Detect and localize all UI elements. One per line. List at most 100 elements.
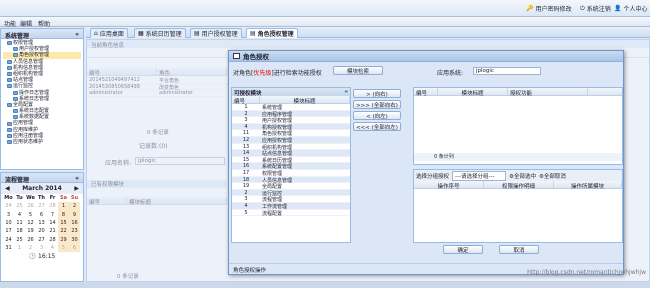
calendar-day[interactable]: 28 (47, 235, 58, 243)
module-title: 工作流管理 (262, 203, 288, 210)
table-row[interactable]: 2014521049497412 平台角色 (87, 77, 227, 84)
dialog-titlebar[interactable]: 角色授权 (229, 51, 623, 62)
sidebar-header[interactable]: 系统管理 « (1, 29, 83, 40)
prev-month-button[interactable]: ◀ (5, 185, 10, 192)
select-all-button[interactable]: ⚙全部选中 (509, 172, 536, 180)
calendar-day[interactable]: 25 (14, 202, 25, 210)
app-system-select[interactable]: jplogic (473, 67, 541, 75)
calendar-day[interactable]: 6 (69, 243, 80, 253)
calendar-day[interactable]: 28 (47, 202, 58, 210)
calendar-day[interactable]: 21 (47, 227, 58, 235)
tab-role-auth[interactable]: ▤ 角色授权管理 (246, 28, 298, 38)
calendar-day[interactable]: 12 (25, 219, 36, 227)
calendar-day[interactable]: 3 (3, 211, 14, 219)
folder-icon (7, 72, 12, 77)
module-row[interactable]: 18 人员信息管理 (232, 176, 350, 184)
bg-app-label: 应用名称: (105, 160, 132, 167)
calendar-day[interactable]: 27 (36, 235, 47, 243)
calendar-day[interactable]: 30 (69, 235, 80, 244)
logout-button[interactable]: ⏻ 系统注销 (580, 4, 611, 14)
module-row[interactable]: 2 运行监控 (232, 189, 350, 197)
calendar-day[interactable]: 22 (58, 227, 69, 236)
module-row[interactable]: 16 系统配置管理 (232, 163, 350, 170)
bg-app-field[interactable]: jplogic (135, 157, 225, 165)
tab-calendar[interactable]: ▦ 系统日历管理 (134, 28, 186, 38)
calendar-day[interactable]: 29 (58, 235, 69, 244)
calendar-day[interactable]: 3 (36, 244, 47, 252)
calendar-day[interactable]: 15 (58, 218, 69, 228)
calendar-day[interactable]: 2 (69, 202, 80, 211)
table-row[interactable]: 2014530850658498 改变角色 (87, 84, 227, 91)
module-row[interactable]: 14 站点信息管理 (232, 150, 350, 157)
menu-help[interactable]: 帮助 (38, 19, 50, 28)
move-left-button[interactable]: < (向左) (353, 111, 401, 120)
calendar-day[interactable]: 2 (25, 244, 36, 252)
move-all-right-button[interactable]: >>> (全部向右) (353, 100, 401, 109)
move-all-left-button[interactable]: <<< (全部向左) (353, 122, 401, 131)
calendar-day[interactable]: 5 (25, 211, 36, 219)
table-row[interactable]: administrator administrator (87, 90, 227, 97)
module-row[interactable]: 1 系统管理 (232, 104, 350, 111)
module-row[interactable]: 19 全局配置 (232, 183, 350, 190)
available-grid-header: 编号 模块标题 (232, 96, 350, 105)
collapse-icon[interactable]: « (344, 89, 348, 95)
sidebar-tree: 权限管理 用户授权管理 角色授权管理 人员信息管理 机构信息管理 组织机构管理 … (1, 39, 83, 146)
calendar-day[interactable]: 10 (3, 219, 14, 227)
calendar-day[interactable]: 17 (3, 227, 14, 235)
calendar-day[interactable]: 25 (14, 235, 25, 243)
calendar-day[interactable]: 26 (25, 235, 36, 243)
cancel-button[interactable]: 取消 (499, 245, 539, 254)
group-select[interactable]: ---请选择分组--- (452, 170, 507, 181)
calendar-day[interactable]: 19 (25, 227, 36, 235)
calendar-day[interactable]: 24 (3, 235, 14, 243)
module-row[interactable]: 2 应用程序管理 (232, 110, 350, 118)
menu-edit[interactable]: 编辑 (20, 19, 32, 28)
calendar-day[interactable]: 18 (14, 227, 25, 235)
module-row[interactable]: 13 组织机构管理 (232, 144, 350, 151)
calendar-day[interactable]: 5 (58, 243, 69, 253)
calendar-day[interactable]: 26 (25, 202, 36, 210)
calendar-day[interactable]: 31 (3, 244, 14, 252)
ok-button[interactable]: 确定 (443, 245, 483, 254)
tree-item[interactable]: 应用状态维护 (3, 139, 81, 145)
calendar-day[interactable]: 16 (69, 218, 80, 228)
tab-desktop[interactable]: ⌂ 应用桌面 (90, 28, 128, 38)
next-month-button[interactable]: ▶ (74, 185, 79, 192)
calendar-day[interactable]: 11 (14, 219, 25, 227)
calendar-day[interactable]: 8 (58, 210, 69, 219)
module-row[interactable]: 3 流程管理 (232, 196, 350, 203)
module-row[interactable]: 4 工作流管理 (232, 202, 350, 210)
flow-header[interactable]: 流程管理 « (1, 173, 83, 184)
module-row[interactable]: 12 应用授权管理 (232, 136, 350, 144)
calendar-day[interactable]: 6 (36, 211, 47, 219)
calendar-day[interactable]: 24 (3, 202, 14, 210)
module-row[interactable]: 11 角色授权管理 (232, 130, 350, 137)
menu-function[interactable]: 功能 (4, 19, 16, 28)
calendar-day[interactable]: 23 (69, 227, 80, 236)
change-password-button[interactable]: 🔑 用户密码修改 (526, 4, 572, 13)
module-row[interactable]: 4 机构授权管理 (232, 123, 350, 131)
calendar-day[interactable]: 1 (58, 202, 69, 211)
calendar-day[interactable]: 14 (47, 219, 58, 227)
module-row[interactable]: 15 系统日历管理 (232, 157, 350, 164)
calendar-day[interactable]: 9 (69, 210, 80, 219)
calendar-day[interactable]: 13 (36, 219, 47, 227)
calendar-day[interactable]: 7 (47, 211, 58, 219)
calendar-day[interactable]: 20 (36, 227, 47, 235)
calendar-day[interactable]: 4 (14, 211, 25, 219)
module-row[interactable]: 5 流程配置 (232, 210, 350, 217)
calendar-day[interactable]: 1 (14, 244, 25, 252)
move-right-button[interactable]: > (向右) (353, 89, 401, 98)
page-icon: ▤ (250, 30, 256, 37)
tab-user-auth[interactable]: ▤ 用户授权管理 (190, 28, 242, 38)
calendar-day[interactable]: 27 (36, 202, 47, 210)
calendar-week: 24 25 26 27 28 1 2 (3, 202, 80, 211)
profile-button[interactable]: 👤 个人中心 (614, 4, 648, 13)
collapse-icon[interactable]: « (75, 175, 79, 182)
cancel-all-button[interactable]: ⚙全部取消 (539, 172, 566, 180)
module-row[interactable]: 17 权限管理 (232, 170, 350, 177)
calendar-day[interactable]: 4 (47, 244, 58, 252)
module-row[interactable]: 3 用户授权管理 (232, 117, 350, 124)
collapse-icon[interactable]: « (75, 31, 79, 38)
module-search-button[interactable]: 模块检索 (333, 66, 383, 75)
